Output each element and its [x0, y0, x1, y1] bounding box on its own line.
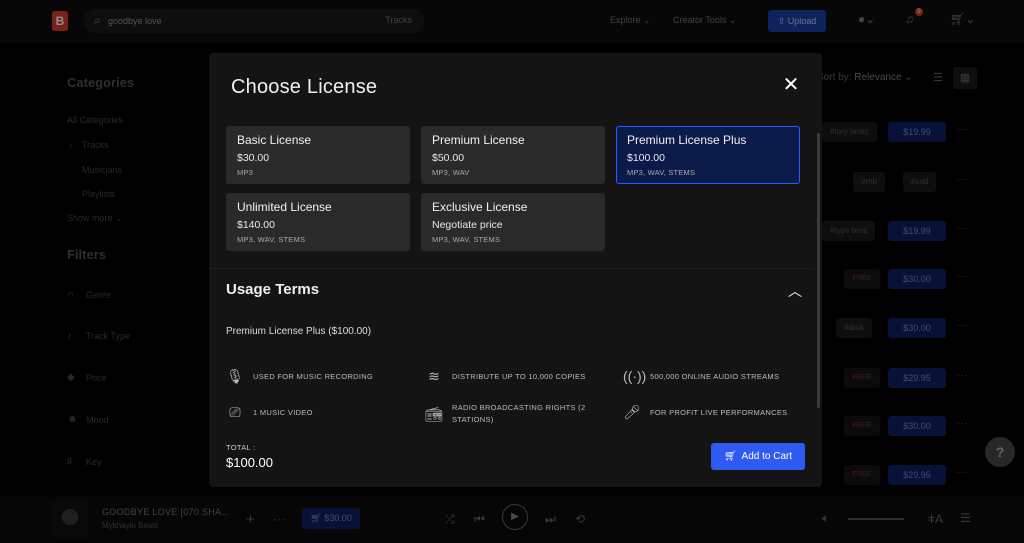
- usage-terms-heading[interactable]: Usage Terms: [226, 281, 319, 298]
- license-formats: MP3, WAV: [432, 168, 470, 177]
- add-to-cart-button[interactable]: 🛒︎ Add to Cart: [711, 443, 805, 470]
- term-music-video: ⎚ 1 MUSIC VIDEO: [226, 405, 416, 419]
- license-price: $30.00: [237, 152, 270, 164]
- license-exclusive[interactable]: Exclusive License Negotiate price MP3, W…: [421, 193, 605, 251]
- term-text: FOR PROFIT LIVE PERFORMANCES: [650, 408, 788, 417]
- license-price: $50.00: [432, 152, 465, 164]
- broadcast-icon: ((·)): [623, 368, 647, 384]
- term-text: USED FOR MUSIC RECORDING: [253, 372, 374, 381]
- radio-icon: 📻︎: [425, 406, 443, 422]
- modal-title: Choose License: [231, 76, 378, 98]
- license-price: Negotiate price: [432, 219, 503, 231]
- license-name: Exclusive License: [432, 200, 528, 214]
- modal-scrollbar[interactable]: [817, 133, 820, 408]
- chevron-up-icon[interactable]: ︿: [788, 281, 802, 301]
- license-price: $140.00: [237, 219, 275, 231]
- license-formats: MP3, WAV, STEMS: [627, 168, 696, 177]
- license-premium-plus[interactable]: Premium License Plus $100.00 MP3, WAV, S…: [616, 126, 800, 184]
- live-mic-icon: 🎤︎: [623, 404, 641, 420]
- license-price: $100.00: [627, 152, 665, 164]
- term-text: 500,000 ONLINE AUDIO STREAMS: [650, 372, 780, 381]
- license-name: Premium License: [432, 133, 525, 147]
- license-formats: MP3: [237, 168, 254, 177]
- close-icon[interactable]: ✕: [781, 75, 801, 95]
- choose-license-modal: Choose License ✕ Basic License $30.00 MP…: [209, 53, 822, 487]
- total-value: $100.00: [226, 455, 273, 470]
- term-text: RADIO BROADCASTING RIGHTS (2 STATIONS): [452, 403, 586, 424]
- license-name: Premium License Plus: [627, 133, 747, 147]
- total-label: TOTAL :: [226, 443, 256, 452]
- divider: [209, 268, 814, 269]
- selected-license-summary: Premium License Plus ($100.00): [226, 326, 372, 337]
- term-live-performances: 🎤︎ FOR PROFIT LIVE PERFORMANCES: [623, 405, 813, 419]
- license-formats: MP3, WAV, STEMS: [237, 235, 306, 244]
- license-unlimited[interactable]: Unlimited License $140.00 MP3, WAV, STEM…: [226, 193, 410, 251]
- term-audio-streams: ((·)) 500,000 ONLINE AUDIO STREAMS: [623, 369, 813, 383]
- license-name: Basic License: [237, 133, 312, 147]
- microphone-icon: 🎙︎: [226, 368, 244, 384]
- term-distribute-copies: ≋ DISTRIBUTE UP TO 10,000 COPIES: [425, 369, 615, 383]
- term-music-recording: 🎙︎ USED FOR MUSIC RECORDING: [226, 369, 416, 383]
- license-name: Unlimited License: [237, 200, 332, 214]
- license-premium[interactable]: Premium License $50.00 MP3, WAV: [421, 126, 605, 184]
- term-radio-broadcasting: 📻︎ RADIO BROADCASTING RIGHTS (2 STATIONS…: [425, 400, 605, 426]
- license-basic[interactable]: Basic License $30.00 MP3: [226, 126, 410, 184]
- cart-icon: 🛒︎: [723, 451, 737, 462]
- term-text: DISTRIBUTE UP TO 10,000 COPIES: [452, 372, 586, 381]
- license-formats: MP3, WAV, STEMS: [432, 235, 501, 244]
- add-to-cart-label: Add to Cart: [741, 451, 793, 462]
- term-text: 1 MUSIC VIDEO: [253, 408, 313, 417]
- video-camera-icon: ⎚: [229, 404, 241, 420]
- layers-icon: ≋: [428, 368, 440, 384]
